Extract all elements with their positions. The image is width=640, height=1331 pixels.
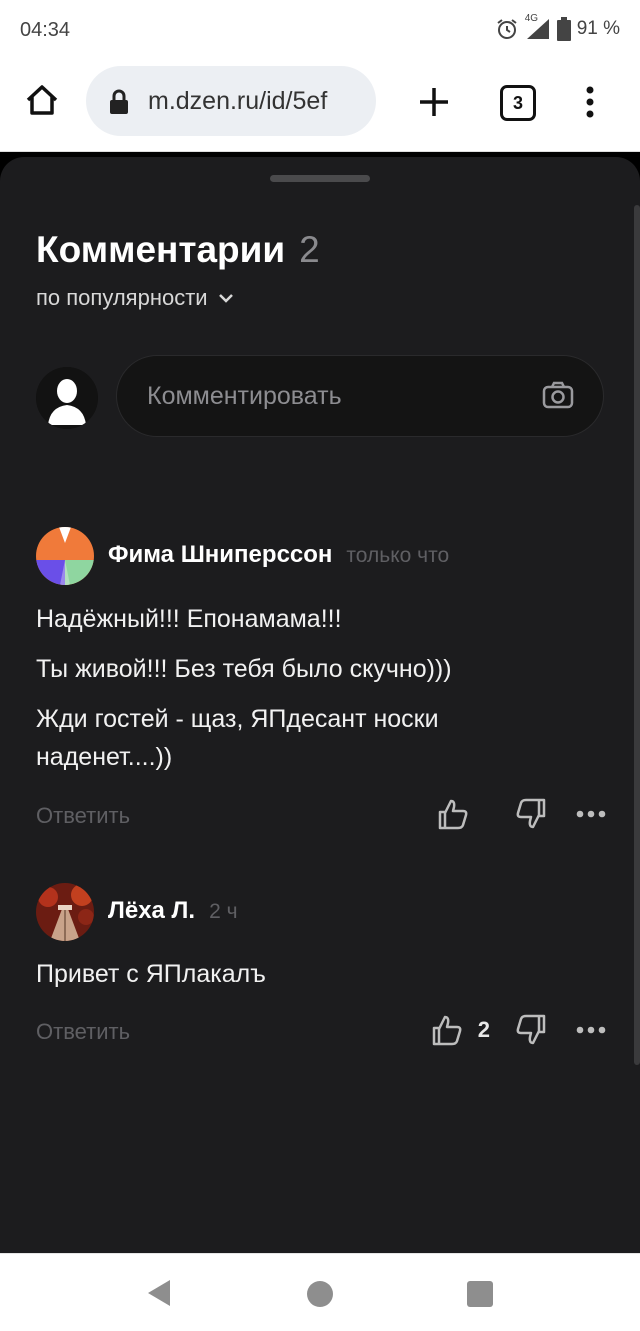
avatar[interactable]: [36, 527, 94, 585]
avatar[interactable]: [36, 883, 94, 941]
nav-home-circle-icon[interactable]: [307, 1281, 333, 1307]
battery-level: 91 %: [576, 18, 620, 39]
url-bar[interactable]: m.dzen.ru/id/5ef: [86, 66, 376, 136]
back-triangle-icon[interactable]: [146, 1278, 172, 1308]
plus-icon: [420, 88, 448, 116]
battery-icon: [556, 17, 571, 41]
thumb-down-icon[interactable]: [514, 1013, 548, 1047]
thumb-up-icon[interactable]: [436, 797, 470, 831]
alarm-icon: [495, 17, 519, 41]
thumb-up-icon[interactable]: [430, 1013, 464, 1047]
status-icons: 4G 91 %: [495, 13, 620, 41]
comment-text-line: Надёжный!!! Епонамама!!!: [36, 605, 342, 633]
avatar-image: [36, 883, 94, 941]
comment-time: 2 ч: [209, 900, 238, 923]
comments-title-text: Комментарии: [36, 229, 286, 270]
new-tab-button[interactable]: [414, 82, 454, 122]
status-bar: 04:34 4G 91 %: [0, 0, 640, 58]
recent-square-icon[interactable]: [467, 1281, 493, 1307]
signal-icon: 4G: [525, 13, 551, 41]
lock-icon: [110, 89, 128, 114]
comment-actions: 2: [430, 1013, 606, 1047]
avatar-image: [36, 527, 94, 585]
comment-author[interactable]: Фима Шниперссон: [108, 541, 332, 569]
more-horizontal-icon[interactable]: [576, 1025, 606, 1035]
scrollbar[interactable]: [634, 205, 640, 1065]
url-text: m.dzen.ru/id/5ef: [148, 87, 328, 115]
tab-switcher-button[interactable]: 3: [500, 85, 536, 121]
comment-text-line: Привет с ЯПлакалъ: [36, 960, 266, 988]
like-count: 2: [477, 1017, 490, 1042]
sort-dropdown[interactable]: по популярности: [36, 285, 234, 311]
reply-button[interactable]: Ответить: [36, 803, 130, 829]
comments-sheet: Комментарии 2 по популярности Комментиров…: [0, 157, 640, 1253]
comment-input-placeholder: Комментировать: [147, 382, 342, 410]
thumb-down-icon[interactable]: [514, 797, 548, 831]
network-type: 4G: [524, 13, 539, 24]
browser-menu-button[interactable]: [578, 82, 602, 122]
browser-toolbar: m.dzen.ru/id/5ef 3: [0, 58, 640, 152]
sort-label: по популярности: [36, 285, 208, 310]
comment-author[interactable]: Лёха Л.: [108, 897, 195, 925]
more-vertical-icon: [586, 86, 594, 118]
comment-time: только что: [346, 544, 450, 567]
comment-text-line: Жди гостей - щаз, ЯПдесант носки наденет…: [36, 705, 439, 771]
home-button[interactable]: [22, 80, 62, 120]
comment-item: Лёха Л. 2 ч Привет с ЯПлакалъ Ответить 2: [36, 883, 606, 1063]
camera-icon[interactable]: [541, 378, 575, 412]
system-nav-bar: [0, 1253, 640, 1331]
more-horizontal-icon[interactable]: [576, 809, 606, 819]
comment-actions: [436, 797, 606, 831]
comment-header: Фима Шниперссон только что: [108, 541, 449, 569]
sheet-grabber[interactable]: [270, 175, 370, 182]
chevron-down-icon: [218, 294, 233, 303]
comment-item: Фима Шниперссон только что Надёжный!!! Е…: [36, 527, 606, 837]
comment-header: Лёха Л. 2 ч: [108, 897, 238, 925]
current-user-avatar: [36, 367, 98, 429]
comments-title: Комментарии 2: [36, 229, 320, 271]
reply-button[interactable]: Ответить: [36, 1019, 130, 1045]
comment-text-line: Ты живой!!! Без тебя было скучно))): [36, 655, 452, 683]
status-time: 04:34: [20, 19, 71, 41]
comments-count: 2: [299, 229, 320, 270]
user-silhouette-icon: [36, 367, 98, 429]
comment-input[interactable]: Комментировать: [116, 355, 604, 437]
home-icon: [26, 85, 58, 115]
